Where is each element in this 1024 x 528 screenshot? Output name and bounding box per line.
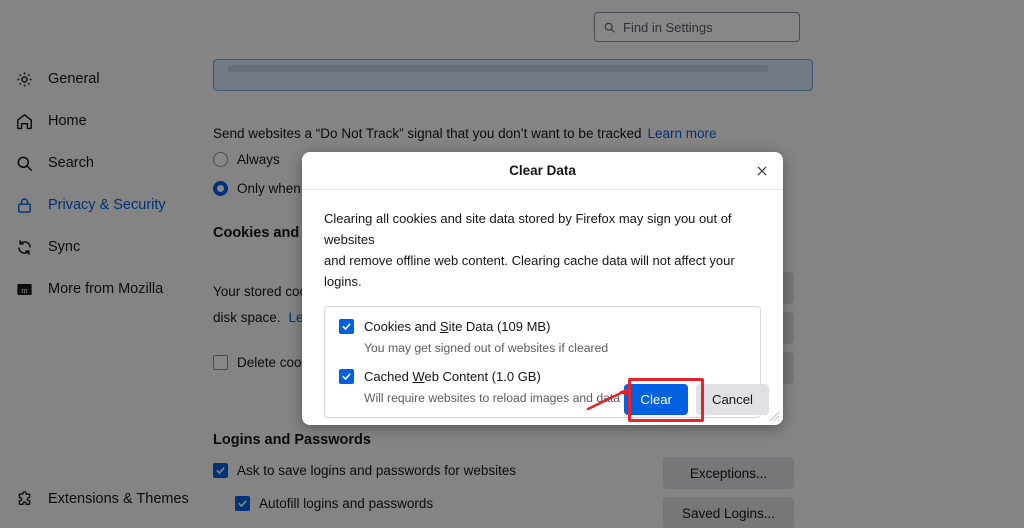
option-row[interactable]: Cached Web Content (1.0 GB) xyxy=(339,369,746,384)
cookies-site-data-checkbox[interactable] xyxy=(339,319,354,334)
label-post: eb Content (1.0 GB) xyxy=(424,369,541,384)
option-row[interactable]: Cookies and Site Data (109 MB) xyxy=(339,319,746,334)
dialog-title: Clear Data xyxy=(509,163,576,178)
dialog-description-line2: and remove offline web content. Clearing… xyxy=(324,253,735,289)
label-pre: Cached xyxy=(364,369,413,384)
label-post: ite Data (109 MB) xyxy=(448,319,551,334)
option-cookies-and-site-data: Cookies and Site Data (109 MB) You may g… xyxy=(339,319,746,355)
dialog-titlebar: Clear Data xyxy=(302,152,783,190)
resize-grip-icon[interactable] xyxy=(765,407,780,422)
cached-web-content-checkbox[interactable] xyxy=(339,369,354,384)
screenshot-root: General Home Search Privacy & Security S… xyxy=(0,0,1024,528)
label-pre: Cookies and xyxy=(364,319,440,334)
cookies-site-data-sublabel: You may get signed out of websites if cl… xyxy=(364,341,609,355)
dialog-footer: Clear Cancel xyxy=(624,384,769,415)
cookies-site-data-label: Cookies and Site Data (109 MB) xyxy=(364,319,550,334)
label-accesskey: W xyxy=(412,369,425,384)
clear-data-dialog: Clear Data Clearing all cookies and site… xyxy=(302,152,783,425)
dialog-description: Clearing all cookies and site data store… xyxy=(324,208,761,292)
label-accesskey: S xyxy=(439,319,449,334)
cached-web-content-label: Cached Web Content (1.0 GB) xyxy=(364,369,541,384)
dialog-description-line1: Clearing all cookies and site data store… xyxy=(324,211,732,247)
cancel-button[interactable]: Cancel xyxy=(695,384,769,415)
close-icon[interactable] xyxy=(751,160,773,182)
clear-button[interactable]: Clear xyxy=(624,384,688,415)
